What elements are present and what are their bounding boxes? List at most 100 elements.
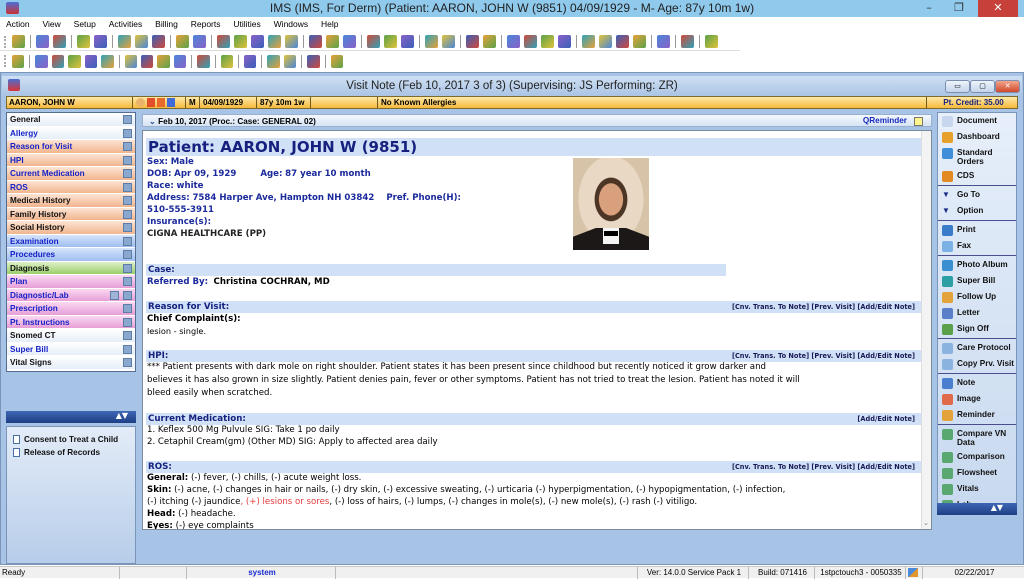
restore-button[interactable]: ❐ [944, 0, 974, 17]
report2-icon[interactable] [442, 35, 455, 48]
edit-icon[interactable] [94, 35, 107, 48]
nav-item-ros[interactable]: ROS [7, 180, 135, 194]
settings-icon[interactable] [283, 54, 297, 68]
nav-item-procedures[interactable]: Procedures [7, 248, 135, 262]
nav-item-family-history[interactable]: Family History [7, 207, 135, 221]
scan-icon[interactable] [384, 35, 397, 48]
nav-item-reason-for-visit[interactable]: Reason for Visit [7, 140, 135, 154]
toggle-icon[interactable] [616, 35, 629, 48]
nav-item-prescription[interactable]: Prescription [7, 302, 135, 316]
consent-item[interactable]: Release of Records [7, 446, 135, 459]
list-icon[interactable] [633, 35, 646, 48]
fax-icon[interactable] [367, 35, 380, 48]
right-nav-standard-orders[interactable]: Standard Orders [938, 145, 1016, 168]
menu-setup[interactable]: Setup [68, 17, 100, 29]
menu-utilities[interactable]: Utilities [227, 17, 264, 29]
qreminder-checkbox[interactable] [914, 117, 923, 126]
scroll-down-icon[interactable]: ⌄ [923, 519, 929, 527]
close-circle-icon[interactable] [330, 54, 344, 68]
toolbar-grip[interactable] [4, 55, 6, 67]
prev-icon[interactable] [140, 54, 154, 68]
scroll-arrows-icon[interactable]: ▲▼ [116, 411, 128, 420]
nav-item-examination[interactable]: Examination [7, 234, 135, 248]
flask-icon[interactable] [135, 35, 148, 48]
edit-note-icon[interactable] [51, 54, 65, 68]
edit-section-icon[interactable] [123, 277, 132, 286]
edit-section-icon[interactable] [123, 317, 132, 327]
menu-windows[interactable]: Windows [268, 17, 312, 29]
help-icon[interactable] [307, 54, 320, 68]
folder-icon[interactable] [77, 35, 90, 48]
lock-icon[interactable] [681, 35, 694, 48]
last-icon[interactable] [173, 54, 187, 68]
dollar-icon[interactable] [217, 35, 230, 48]
right-nav-compare-vn-data[interactable]: Compare VN Data [938, 426, 1016, 449]
grid-icon[interactable] [582, 35, 595, 48]
search-doc-icon[interactable] [267, 54, 280, 68]
nav-item-current-medication[interactable]: Current Medication [7, 167, 135, 181]
edit-section-icon[interactable] [123, 344, 132, 354]
right-nav-photo-album[interactable]: Photo Album [938, 257, 1016, 273]
edit-section-icon[interactable] [123, 250, 132, 259]
edit-section-icon[interactable] [123, 358, 132, 367]
nav-item-pt-instructions[interactable]: Pt. Instructions [7, 315, 135, 329]
child-restore-button[interactable]: ▢ [970, 80, 995, 93]
notes-icon[interactable] [193, 35, 206, 48]
nav-item-snomed-ct[interactable]: Snomed CT [7, 329, 135, 343]
ros-links[interactable]: [Cnv. Trans. To Note] [Prev. Visit] [Add… [732, 461, 915, 473]
toolbar-grip[interactable] [4, 35, 6, 48]
right-nav-dashboard[interactable]: Dashboard [938, 129, 1016, 145]
print-icon[interactable] [84, 54, 98, 68]
menu-view[interactable]: View [37, 17, 65, 29]
menu-reports[interactable]: Reports [185, 17, 225, 29]
nav-item-super-bill[interactable]: Super Bill [7, 342, 135, 356]
open-folder-icon[interactable] [12, 54, 25, 68]
payment-icon[interactable] [268, 35, 281, 48]
patient-photo[interactable] [573, 158, 649, 250]
next-icon[interactable] [157, 54, 170, 68]
contact-icon[interactable] [157, 98, 165, 107]
right-nav-sign-off[interactable]: Sign Off [938, 321, 1016, 337]
scroll-arrows-icon[interactable]: ▲▼ [991, 503, 1003, 512]
billing-icon[interactable] [234, 35, 247, 48]
heart-icon[interactable] [101, 54, 114, 68]
document-icon[interactable] [176, 35, 189, 48]
right-nav-option[interactable]: ▼ Option [938, 203, 1016, 219]
left-nav-scroll[interactable]: ▲▼ [6, 411, 136, 423]
right-nav-document[interactable]: Document [938, 113, 1016, 129]
claims-icon[interactable] [251, 35, 264, 48]
id-icon[interactable] [147, 98, 155, 107]
shield-icon[interactable] [152, 35, 165, 48]
nav-item-medical-history[interactable]: Medical History [7, 194, 135, 208]
add-icon[interactable] [35, 54, 48, 68]
exit-icon[interactable] [705, 35, 718, 48]
refresh-icon[interactable] [197, 54, 210, 68]
edit-section-icon[interactable] [123, 263, 132, 273]
help-icon[interactable] [657, 35, 670, 48]
menu-help[interactable]: Help [315, 17, 342, 29]
edit-section-icon[interactable] [123, 142, 132, 151]
child-close-button[interactable]: ✕ [995, 80, 1020, 93]
remove-icon[interactable] [68, 54, 81, 68]
transfer-icon[interactable] [524, 35, 537, 48]
edit-section-icon[interactable] [123, 182, 132, 192]
expand-icon[interactable]: ⌄ [149, 117, 158, 126]
nav-item-vital-signs[interactable]: Vital Signs [7, 356, 135, 370]
info-icon[interactable] [167, 98, 175, 107]
nav-item-plan[interactable]: Plan [7, 275, 135, 289]
edit-section-icon[interactable] [123, 223, 132, 232]
nav-item-allergy[interactable]: Allergy [7, 126, 135, 140]
right-nav-image[interactable]: Image [938, 391, 1016, 407]
nav-item-diagnosis[interactable]: Diagnosis [7, 261, 135, 275]
menu-action[interactable]: Action [0, 17, 34, 29]
ledger-icon[interactable] [285, 35, 298, 48]
edit-section-icon[interactable] [123, 331, 132, 340]
patient-edit-icon[interactable] [53, 35, 66, 48]
nav-item-diagnostic-lab[interactable]: Diagnostic/Lab [7, 288, 135, 302]
close-button[interactable]: ✕ [978, 0, 1018, 17]
child-minimize-button[interactable]: ▭ [945, 80, 970, 93]
patient-icon[interactable] [12, 35, 25, 48]
patient-photo-icon[interactable] [136, 98, 145, 107]
nav-item-general[interactable]: General [7, 113, 135, 127]
right-nav-follow-up[interactable]: Follow Up [938, 289, 1016, 305]
